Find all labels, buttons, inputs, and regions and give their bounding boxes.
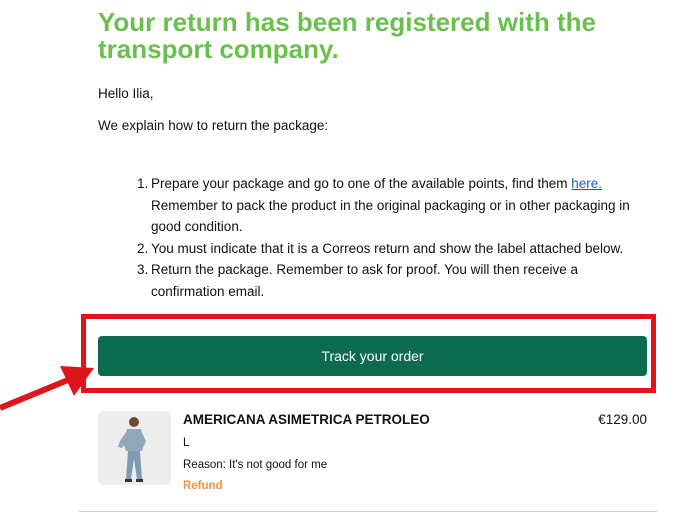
email-title: Your return has been registered with the… — [98, 7, 596, 64]
step-number: 2. — [137, 240, 149, 256]
step-number: 3. — [137, 262, 149, 277]
return-steps-list: 1. Prepare your package and go to one of… — [137, 173, 647, 302]
intro-text: We explain how to return the package: — [98, 118, 329, 133]
step-number: 1. — [137, 176, 149, 191]
refund-status-label: Refund — [183, 480, 223, 492]
greeting-text: Hello Ilia, — [98, 86, 154, 101]
track-order-button[interactable]: Track your order — [98, 336, 647, 376]
step-item: 1. Prepare your package and go to one of… — [137, 173, 647, 238]
step-text: Prepare your package and go to one of th… — [151, 176, 572, 191]
product-image — [98, 411, 171, 485]
product-price: €129.00 — [598, 412, 647, 427]
drop-off-points-link[interactable]: here. — [571, 176, 602, 191]
step-item: 3. Return the package. Remember to ask f… — [137, 259, 647, 302]
step-text-continued: Remember to pack the product in the orig… — [151, 197, 630, 235]
product-size: L — [183, 437, 190, 449]
step-text: You must indicate that it is a Correos r… — [151, 240, 624, 256]
product-name: AMERICANA ASIMETRICA PETROLEO — [183, 412, 430, 427]
annotation-arrow-icon — [0, 366, 94, 411]
step-item: 2. You must indicate that it is a Correo… — [137, 238, 647, 260]
step-text: Return the package. Remember to ask for … — [151, 262, 578, 299]
section-divider — [79, 511, 657, 512]
return-reason: Reason: It's not good for me — [183, 459, 328, 471]
